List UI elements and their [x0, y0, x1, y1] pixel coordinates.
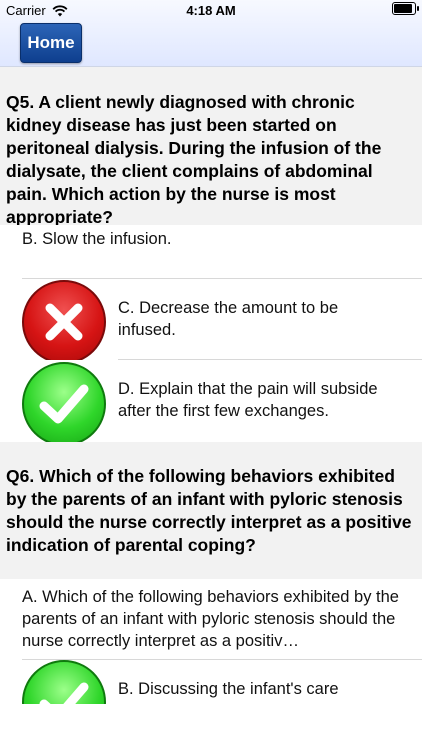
option-row[interactable]: B. Slow the infusion. — [0, 225, 422, 280]
x-mark-glyph — [45, 303, 83, 341]
battery-level-fill — [394, 4, 412, 13]
check-mark-glyph — [39, 682, 89, 704]
question-text: Q5. A client newly diagnosed with chroni… — [6, 92, 382, 227]
option-row[interactable]: B. Discussing the infant's care — [0, 660, 422, 704]
option-row[interactable]: D. Explain that the pain will subside af… — [0, 360, 422, 446]
option-text: D. Explain that the pain will subside af… — [118, 380, 378, 420]
option-text: A. Which of the following behaviors exhi… — [22, 588, 399, 650]
x-mark-icon — [22, 280, 106, 364]
status-time: 4:18 AM — [186, 3, 236, 18]
status-right — [392, 2, 419, 15]
question-block-q6: Q6. Which of the following behaviors exh… — [0, 442, 422, 579]
option-row[interactable]: C. Decrease the amount to be infused. — [0, 280, 422, 364]
separator — [22, 278, 422, 279]
home-button[interactable]: Home — [20, 23, 82, 63]
check-mark-icon — [22, 362, 106, 446]
option-row[interactable]: A. Which of the following behaviors exhi… — [0, 579, 422, 659]
option-text: B. Slow the infusion. — [22, 230, 172, 248]
question-block-q5: Q5. A client newly diagnosed with chroni… — [0, 67, 422, 227]
battery-icon — [392, 2, 419, 15]
option-text: B. Discussing the infant's care — [118, 680, 339, 698]
status-bar: Carrier 4:18 AM — [0, 0, 422, 22]
navigation-bar: Carrier 4:18 AM Home — [0, 0, 422, 67]
question-text: Q6. Which of the following behaviors exh… — [6, 466, 412, 555]
check-mark-icon — [22, 660, 106, 704]
option-text: C. Decrease the amount to be infused. — [118, 299, 339, 339]
check-mark-glyph — [39, 384, 89, 424]
